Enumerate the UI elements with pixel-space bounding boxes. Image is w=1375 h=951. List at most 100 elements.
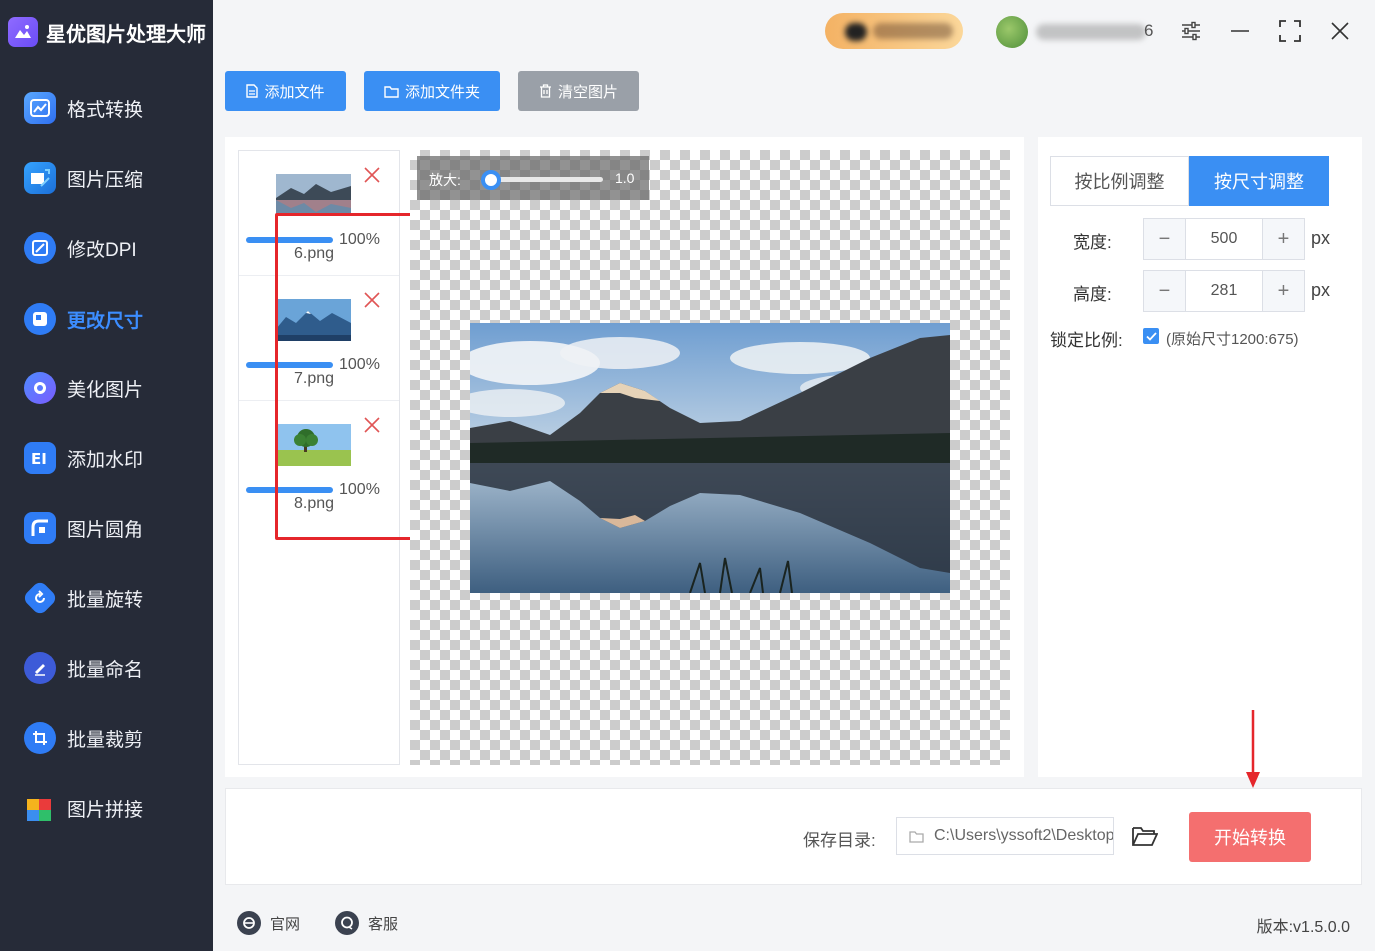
zoom-control: 放大: 1.0 xyxy=(417,156,649,200)
save-path-value: C:\Users\yssoft2\Desktop xyxy=(934,827,1114,844)
width-decrement-button[interactable]: − xyxy=(1144,219,1185,259)
stitch-icon xyxy=(24,792,56,824)
tab-ratio[interactable]: 按比例调整 xyxy=(1050,156,1189,206)
close-icon[interactable] xyxy=(1325,16,1355,46)
sidebar-item-label: 添加水印 xyxy=(67,449,144,471)
sidebar-item-label: 美化图片 xyxy=(67,379,144,401)
sidebar-item-resize[interactable]: 更改尺寸 xyxy=(0,291,213,347)
add-file-button[interactable]: 添加文件 xyxy=(225,71,346,111)
dpi-icon xyxy=(24,232,56,264)
width-unit: px xyxy=(1311,228,1331,248)
rotate-icon xyxy=(21,579,59,617)
sidebar-item-label: 格式转换 xyxy=(67,99,144,121)
compress-icon xyxy=(24,162,56,194)
sidebar-item-stitch[interactable]: 图片拼接 xyxy=(0,780,213,836)
remove-file-icon[interactable] xyxy=(362,165,382,185)
add-file-label: 添加文件 xyxy=(264,83,325,101)
title-bar: 6 xyxy=(213,0,1375,62)
sidebar-item-label: 图片圆角 xyxy=(67,519,144,541)
open-folder-icon[interactable] xyxy=(1132,825,1159,852)
folder-icon xyxy=(909,830,924,843)
watermark-icon: EI xyxy=(24,442,56,474)
save-dir-label: 保存目录: xyxy=(803,831,876,850)
height-stepper: − 281 + xyxy=(1143,270,1305,312)
format-convert-icon xyxy=(24,92,56,124)
main-area: 6 添加文件 添加文件夹 清空图片 100% 6.png 100% 7.png … xyxy=(213,0,1375,951)
height-label: 高度: xyxy=(1073,285,1112,304)
height-unit: px xyxy=(1311,280,1331,300)
sidebar-item-label: 更改尺寸 xyxy=(67,310,144,332)
width-input[interactable]: 500 xyxy=(1185,219,1263,259)
support-label: 客服 xyxy=(368,915,399,933)
sidebar-item-label: 批量命名 xyxy=(67,659,144,681)
annotation-arrow-icon xyxy=(1246,710,1260,788)
app-logo-icon xyxy=(8,17,38,47)
resize-icon xyxy=(24,303,56,335)
sidebar-item-label: 批量旋转 xyxy=(67,589,144,611)
image-panel: 100% 6.png 100% 7.png 100% 8.png 放大: 1.0 xyxy=(225,137,1024,777)
beautify-icon xyxy=(24,372,56,404)
height-increment-button[interactable]: + xyxy=(1263,271,1304,311)
footer: 官网 客服 版本:v1.5.0.0 xyxy=(213,895,1375,951)
minimize-icon[interactable] xyxy=(1225,16,1255,46)
trash-icon xyxy=(539,84,552,98)
sidebar-item-crop[interactable]: 批量裁剪 xyxy=(0,710,213,766)
sidebar-item-compress[interactable]: 图片压缩 xyxy=(0,150,213,206)
app-title: 星优图片处理大师 xyxy=(46,23,206,46)
add-folder-button[interactable]: 添加文件夹 xyxy=(364,71,500,111)
sidebar-item-format-convert[interactable]: 格式转换 xyxy=(0,80,213,136)
width-stepper: − 500 + xyxy=(1143,218,1305,260)
folder-icon xyxy=(384,85,399,98)
website-label: 官网 xyxy=(270,915,301,933)
sidebar-item-watermark[interactable]: EI 添加水印 xyxy=(0,430,213,486)
lock-ratio-label: 锁定比例: xyxy=(1050,331,1123,350)
preview-image xyxy=(455,323,950,594)
website-link[interactable]: 官网 xyxy=(237,911,300,935)
settings-icon[interactable] xyxy=(1176,16,1206,46)
rename-icon xyxy=(24,652,56,684)
app-brand: 星优图片处理大师 xyxy=(8,16,206,48)
sidebar-item-dpi[interactable]: 修改DPI xyxy=(0,220,213,276)
thumbnail xyxy=(276,174,351,216)
start-convert-button[interactable]: 开始转换 xyxy=(1189,812,1311,862)
add-folder-label: 添加文件夹 xyxy=(404,83,480,101)
version-text: 版本:v1.5.0.0 xyxy=(1256,919,1350,936)
sidebar-item-beautify[interactable]: 美化图片 xyxy=(0,360,213,416)
user-account[interactable]: 6 xyxy=(996,16,1156,48)
original-size-text: (原始尺寸1200:675) xyxy=(1166,331,1299,348)
sidebar-item-rotate[interactable]: 批量旋转 xyxy=(0,570,213,626)
zoom-slider-handle[interactable] xyxy=(481,170,501,190)
image-preview: 放大: 1.0 xyxy=(410,150,1010,765)
tab-size[interactable]: 按尺寸调整 xyxy=(1189,156,1329,206)
clear-images-label: 清空图片 xyxy=(557,83,618,101)
maximize-icon[interactable] xyxy=(1275,16,1305,46)
sidebar-item-label: 修改DPI xyxy=(67,239,137,261)
output-bar: 保存目录: C:\Users\yssoft2\Desktop 开始转换 xyxy=(225,788,1362,885)
crop-icon xyxy=(24,722,56,754)
sidebar-item-round-corner[interactable]: 图片圆角 xyxy=(0,500,213,556)
height-decrement-button[interactable]: − xyxy=(1144,271,1185,311)
resize-settings: 按比例调整 按尺寸调整 宽度: − 500 + px 高度: − 281 + p… xyxy=(1038,137,1362,777)
app-window: 星优图片处理大师 格式转换 图片压缩 修改DPI 更改尺寸 美化图片 EI 添加… xyxy=(0,0,1375,951)
sidebar: 星优图片处理大师 格式转换 图片压缩 修改DPI 更改尺寸 美化图片 EI 添加… xyxy=(0,0,213,951)
zoom-track[interactable] xyxy=(483,177,603,182)
zoom-value: 1.0 xyxy=(615,170,635,186)
avatar xyxy=(996,16,1028,48)
save-path-field[interactable]: C:\Users\yssoft2\Desktop xyxy=(896,817,1114,855)
zoom-label: 放大: xyxy=(429,172,461,188)
chat-icon xyxy=(335,911,359,935)
height-input[interactable]: 281 xyxy=(1185,271,1263,311)
round-corner-icon xyxy=(24,512,56,544)
browser-icon xyxy=(237,911,261,935)
user-name-suffix: 6 xyxy=(1144,21,1154,40)
support-link[interactable]: 客服 xyxy=(335,911,398,935)
lock-ratio-checkbox[interactable] xyxy=(1143,328,1159,344)
sidebar-item-rename[interactable]: 批量命名 xyxy=(0,640,213,696)
svg-text:EI: EI xyxy=(31,450,47,466)
highlight-box xyxy=(275,213,413,540)
sidebar-item-label: 图片压缩 xyxy=(67,169,144,191)
width-label: 宽度: xyxy=(1073,233,1112,252)
width-increment-button[interactable]: + xyxy=(1263,219,1304,259)
clear-images-button[interactable]: 清空图片 xyxy=(518,71,639,111)
vip-badge[interactable] xyxy=(825,13,963,49)
